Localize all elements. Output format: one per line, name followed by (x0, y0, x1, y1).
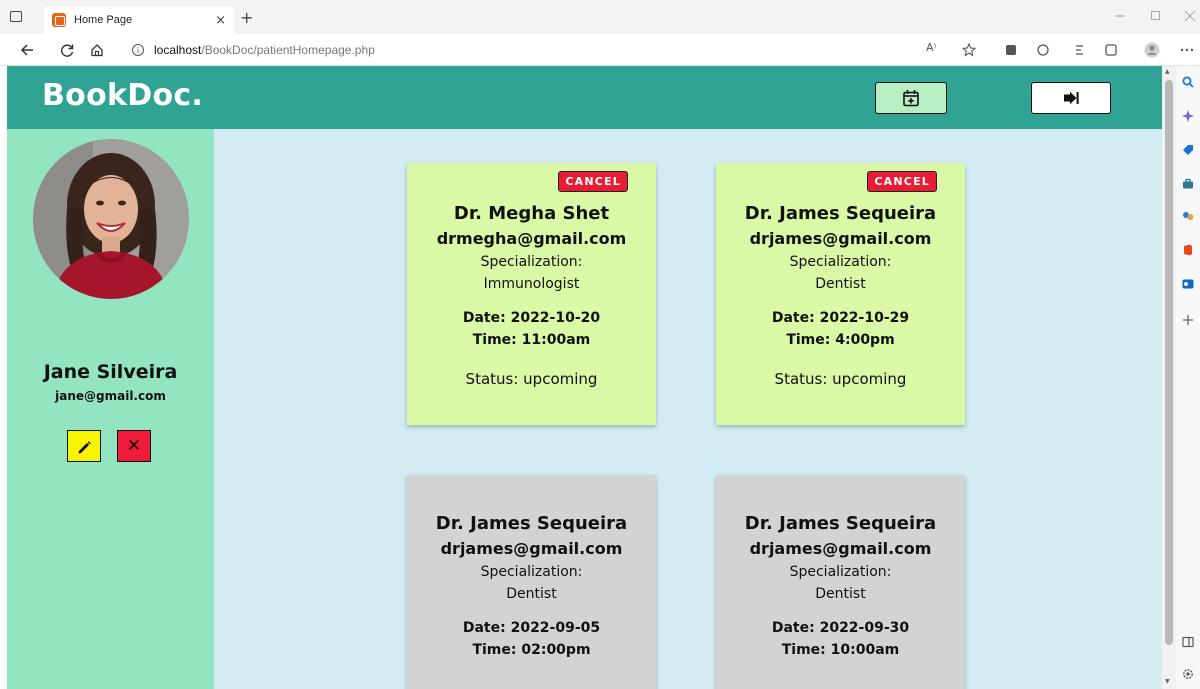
scroll-up-arrow-icon[interactable]: ▲ (1165, 68, 1170, 75)
book-appointment-button[interactable] (875, 82, 947, 114)
shopping-tag-icon[interactable] (1182, 144, 1194, 156)
specialization-value: Dentist (506, 586, 557, 602)
doctor-name: Dr. James Sequeira (744, 513, 937, 534)
specialization-label: Specialization: (480, 564, 583, 580)
avatar (33, 139, 189, 299)
maximize-icon[interactable] (1150, 10, 1162, 22)
appointment-card: Dr. James Sequeira drjames@gmail.com Spe… (716, 475, 965, 689)
url-host: localhost (154, 43, 202, 57)
tab-close-icon[interactable]: × (215, 13, 226, 28)
office-icon[interactable] (1182, 244, 1194, 256)
app-navbar: BookDoc. (7, 66, 1162, 129)
doctor-name: Dr. James Sequeira (744, 203, 937, 224)
url-field[interactable]: i localhost/BookDoc/patientHomepage.php (122, 39, 1142, 61)
appointment-card: CANCEL Dr. Megha Shet drmegha@gmail.com … (407, 163, 656, 425)
doctor-name: Dr. James Sequeira (435, 513, 628, 534)
profile-avatar-icon[interactable] (1144, 42, 1160, 58)
back-icon[interactable] (20, 43, 34, 57)
new-tab-icon[interactable]: + (240, 8, 253, 27)
appointment-time: Time: 02:00pm (472, 642, 591, 658)
scroll-thumb[interactable] (1165, 80, 1173, 645)
doctor-email: drjames@gmail.com (440, 539, 623, 558)
cancel-appointment-button[interactable]: CANCEL (558, 171, 628, 192)
user-name: Jane Silveira (43, 361, 178, 383)
appointment-time: Time: 11:00am (472, 332, 591, 348)
specialization-value: Immunologist (483, 276, 580, 292)
pencil-icon (78, 441, 91, 454)
minimize-icon[interactable] (1114, 14, 1126, 18)
search-icon[interactable] (1182, 76, 1194, 88)
tools-briefcase-icon[interactable] (1182, 178, 1194, 190)
outlook-icon[interactable] (1182, 278, 1194, 290)
cancel-appointment-button[interactable]: CANCEL (867, 171, 937, 192)
appointment-card: Dr. James Sequeira drjames@gmail.com Spe… (407, 475, 656, 689)
browser-window: Home Page × + i localhost/BookDoc/patien… (0, 0, 1200, 689)
calendar-plus-icon (903, 90, 919, 107)
home-icon[interactable] (90, 43, 104, 57)
doctor-name: Dr. Megha Shet (453, 203, 610, 224)
appointment-time: Time: 4:00pm (786, 332, 895, 348)
tab-actions-icon[interactable] (10, 11, 22, 22)
more-options-icon[interactable] (1180, 48, 1194, 52)
appointment-status: Status: upcoming (465, 370, 598, 388)
appointment-status: Status: upcoming (774, 370, 907, 388)
site-favicon-icon (52, 13, 66, 27)
edit-profile-button[interactable] (67, 430, 101, 462)
specialization-label: Specialization: (480, 254, 583, 270)
extension-icon[interactable] (1004, 43, 1018, 57)
games-icon[interactable] (1182, 210, 1194, 222)
doctor-email: drmegha@gmail.com (436, 229, 627, 248)
appointment-time: Time: 10:00am (781, 642, 900, 658)
doctor-email: drjames@gmail.com (749, 539, 932, 558)
sidebar-settings-gear-icon[interactable] (1182, 668, 1194, 680)
specialization-label: Specialization: (789, 564, 892, 580)
appointment-date: Date: 2022-10-20 (462, 310, 601, 326)
favorites-icon[interactable] (1074, 43, 1088, 57)
logout-icon (1064, 91, 1079, 105)
add-sidebar-app-icon[interactable] (1182, 314, 1194, 326)
browser-edge-sidebar (1176, 66, 1200, 689)
refresh-icon[interactable] (60, 43, 74, 57)
profile-sidebar: Jane Silveira jane@gmail.com ✕ (7, 129, 214, 689)
specialization-value: Dentist (815, 586, 866, 602)
browser-tab[interactable]: Home Page × (44, 6, 234, 34)
collections-icon[interactable] (1104, 43, 1118, 57)
logout-button[interactable] (1031, 82, 1111, 114)
favorite-star-icon[interactable] (962, 43, 976, 57)
read-aloud-icon[interactable]: A⁾ (926, 41, 936, 54)
specialization-value: Dentist (815, 276, 866, 292)
doctor-email: drjames@gmail.com (749, 229, 932, 248)
tab-title: Home Page (74, 14, 133, 26)
page-scrollbar[interactable]: ▲ ▼ (1162, 66, 1176, 689)
sidebar-collapse-icon[interactable] (1182, 636, 1194, 648)
page-viewport: BookDoc. Jane Silveira jane@gmail.com ✕ … (7, 66, 1162, 689)
delete-profile-button[interactable]: ✕ (117, 430, 151, 462)
address-bar: i localhost/BookDoc/patientHomepage.php … (0, 34, 1200, 66)
settings-extension-icon[interactable] (1036, 43, 1050, 57)
appointment-date: Date: 2022-09-30 (771, 620, 910, 636)
url-path: /BookDoc/patientHomepage.php (201, 43, 375, 57)
copilot-sparkle-icon[interactable] (1182, 110, 1194, 122)
scroll-down-arrow-icon[interactable]: ▼ (1165, 678, 1170, 685)
specialization-label: Specialization: (789, 254, 892, 270)
site-info-icon[interactable]: i (132, 44, 144, 56)
user-email: jane@gmail.com (55, 389, 166, 403)
tab-strip: Home Page × + (0, 0, 1200, 34)
brand-logo[interactable]: BookDoc. (42, 78, 203, 113)
appointment-date: Date: 2022-09-05 (462, 620, 601, 636)
close-window-icon[interactable] (1184, 10, 1196, 22)
appointment-card: CANCEL Dr. James Sequeira drjames@gmail.… (716, 163, 965, 425)
appointment-date: Date: 2022-10-29 (771, 310, 910, 326)
